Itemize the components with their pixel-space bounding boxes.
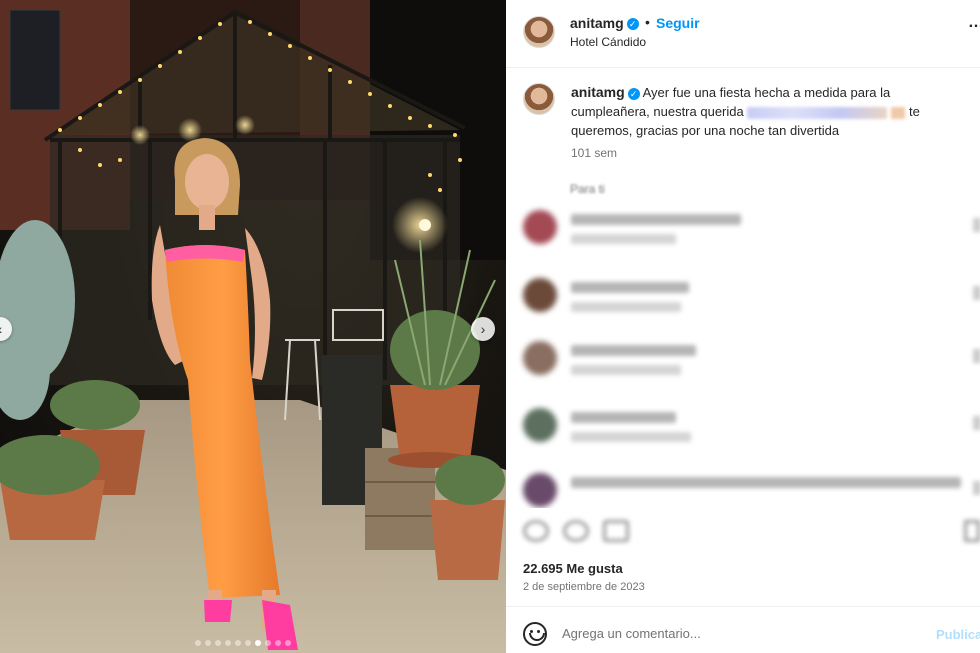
comment-like-icon[interactable] xyxy=(973,416,980,430)
commenter-avatar[interactable] xyxy=(523,408,557,442)
carousel-indicator xyxy=(195,640,291,646)
share-icon[interactable] xyxy=(603,520,629,542)
blurred-comment-text xyxy=(571,214,741,225)
carousel-dot xyxy=(255,640,261,646)
blurred-mention xyxy=(747,106,888,119)
carousel-dot xyxy=(265,640,271,646)
follow-button[interactable]: Seguir xyxy=(656,15,700,31)
header-separator: • xyxy=(645,14,650,30)
blurred-comment-text xyxy=(571,412,676,423)
comment-composer: Publicar xyxy=(506,606,980,653)
author-username[interactable]: anitamg ✓ xyxy=(570,15,639,31)
likes-count[interactable]: 22.695 Me gusta xyxy=(523,561,623,576)
verified-badge-icon: ✓ xyxy=(626,18,639,31)
post-photo[interactable]: ‹ › xyxy=(0,0,506,653)
action-bar xyxy=(523,520,629,542)
caption-author-avatar[interactable] xyxy=(523,83,555,115)
comment-row[interactable] xyxy=(506,473,980,508)
comment-like-icon[interactable] xyxy=(973,218,980,232)
post-details-panel: anitamg✓ • Seguir Hotel Cándido … anitam… xyxy=(506,0,980,653)
comment-row[interactable] xyxy=(506,278,980,318)
commenter-avatar[interactable] xyxy=(523,473,557,507)
comment-row[interactable] xyxy=(506,210,980,250)
comment-like-icon[interactable] xyxy=(973,481,980,495)
carousel-dot xyxy=(195,640,201,646)
like-icon[interactable] xyxy=(523,520,549,542)
post-date: 2 de septiembre de 2023 xyxy=(523,581,645,593)
blurred-emoji xyxy=(891,106,906,119)
photo-scene xyxy=(0,0,506,653)
commenter-avatar[interactable] xyxy=(523,341,557,375)
blurred-comment-meta xyxy=(571,234,676,244)
carousel-dot xyxy=(225,640,231,646)
blurred-comment-meta xyxy=(571,302,681,312)
carousel-dot xyxy=(235,640,241,646)
commenter-avatar[interactable] xyxy=(523,278,557,312)
carousel-dot xyxy=(285,640,291,646)
carousel-dot xyxy=(245,640,251,646)
next-photo-button[interactable]: › xyxy=(471,317,495,341)
section-label: Para ti xyxy=(570,182,605,196)
comment-icon[interactable] xyxy=(563,520,589,542)
post-header: anitamg✓ • Seguir Hotel Cándido … xyxy=(506,0,980,68)
carousel-dot xyxy=(275,640,281,646)
emoji-picker-icon[interactable] xyxy=(523,622,547,646)
comments-area[interactable]: anitamg ✓ Ayer fue una fiesta hecha a med… xyxy=(506,68,980,508)
carousel-dot xyxy=(215,640,221,646)
comment-row[interactable] xyxy=(506,408,980,448)
more-options-icon[interactable]: … xyxy=(968,14,980,32)
blurred-comment-text xyxy=(571,345,696,356)
caption-timestamp: 101 sem xyxy=(571,146,618,160)
post-location[interactable]: Hotel Cándido xyxy=(570,35,646,49)
comment-row[interactable] xyxy=(506,341,980,381)
verified-badge-icon: ✓ xyxy=(627,87,640,100)
chevron-left-icon: ‹ xyxy=(0,321,2,337)
chevron-right-icon: › xyxy=(480,321,486,337)
comment-like-icon[interactable] xyxy=(973,286,980,300)
comment-input[interactable] xyxy=(562,626,922,641)
caption-text: anitamg ✓ Ayer fue una fiesta hecha a med… xyxy=(571,83,971,140)
comment-like-icon[interactable] xyxy=(973,349,980,363)
blurred-comment-meta xyxy=(571,365,681,375)
save-icon[interactable] xyxy=(964,520,980,542)
blurred-comment-text xyxy=(571,477,961,488)
blurred-comment-meta xyxy=(571,432,691,442)
blurred-comment-text xyxy=(571,282,689,293)
commenter-avatar[interactable] xyxy=(523,210,557,244)
publish-button[interactable]: Publicar xyxy=(936,627,980,642)
caption-username[interactable]: anitamg xyxy=(571,84,625,100)
carousel-dot xyxy=(205,640,211,646)
author-avatar[interactable] xyxy=(523,16,555,48)
